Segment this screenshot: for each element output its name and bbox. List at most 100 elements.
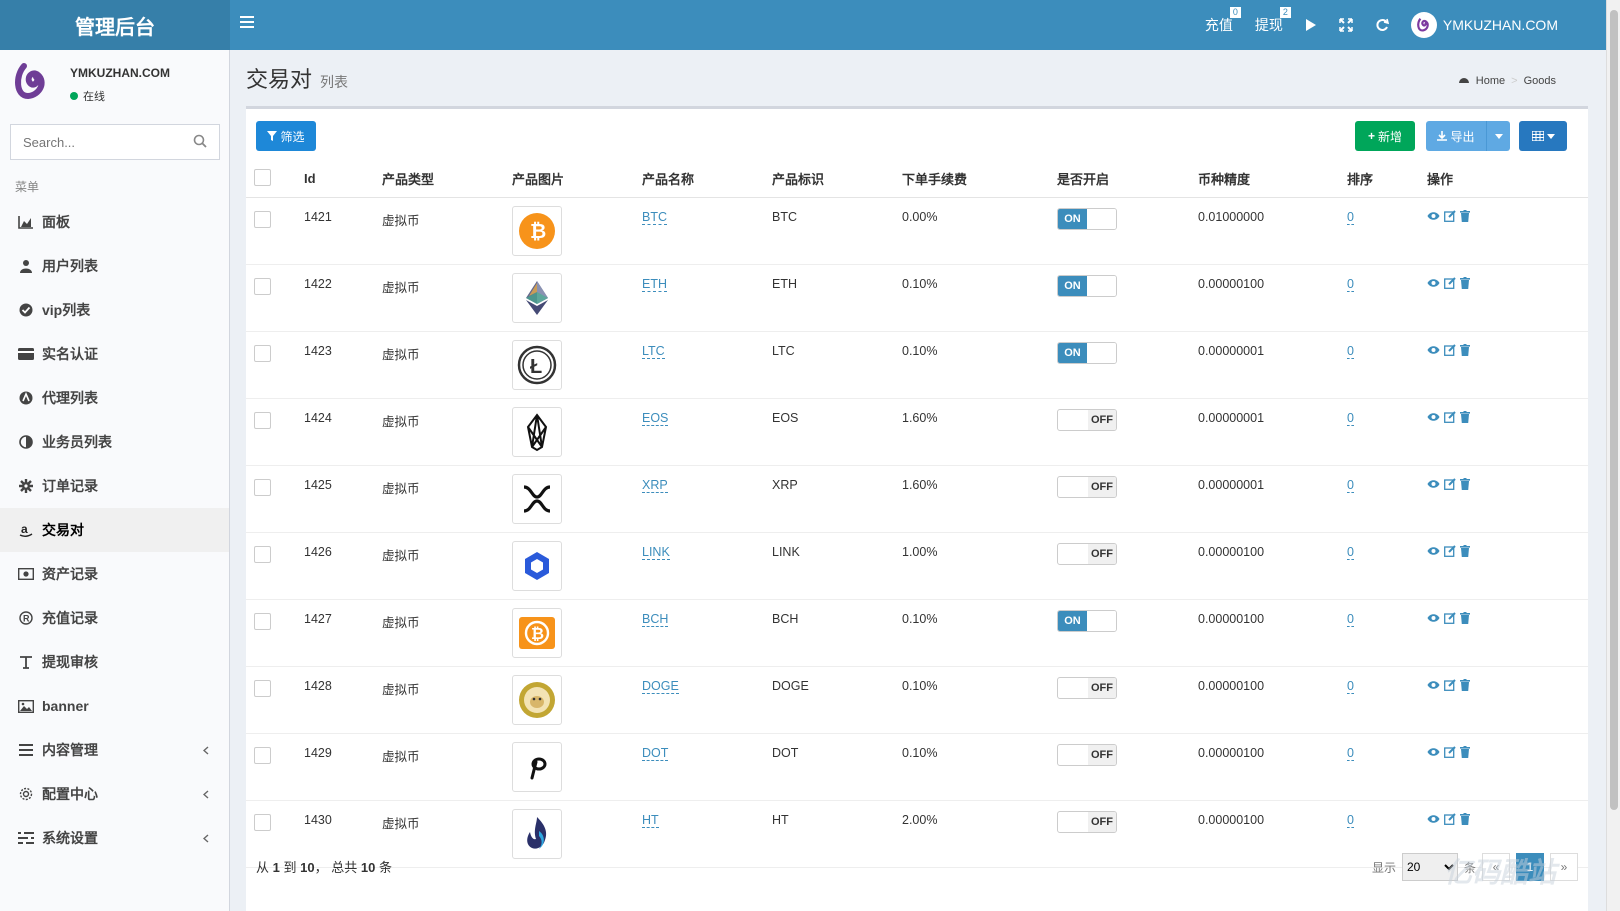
eye-icon[interactable] xyxy=(1427,545,1440,560)
recharge-link[interactable]: 充值 0 xyxy=(1205,7,1241,35)
trash-icon[interactable] xyxy=(1460,611,1470,627)
edit-icon[interactable] xyxy=(1444,544,1456,560)
sort-value-link[interactable]: 0 xyxy=(1347,410,1354,426)
edit-icon[interactable] xyxy=(1444,611,1456,627)
eye-icon[interactable] xyxy=(1427,746,1440,761)
sidebar-item-1[interactable]: 用户列表 xyxy=(0,244,229,288)
sidebar-item-14[interactable]: 系统设置 xyxy=(0,816,229,860)
enabled-switch[interactable]: OFF xyxy=(1057,810,1117,833)
row-checkbox[interactable] xyxy=(254,545,271,563)
xrp-coin-icon[interactable] xyxy=(512,473,562,524)
product-name-link[interactable]: DOT xyxy=(642,745,669,761)
row-checkbox[interactable] xyxy=(254,679,271,697)
row-checkbox[interactable] xyxy=(254,277,271,295)
sidebar-item-5[interactable]: 业务员列表 xyxy=(0,420,229,464)
enabled-switch[interactable]: ON xyxy=(1057,341,1117,364)
btc-coin-icon[interactable]: ₿ xyxy=(512,205,562,256)
eth-coin-icon[interactable] xyxy=(512,272,562,323)
trash-icon[interactable] xyxy=(1460,343,1470,359)
search-input[interactable] xyxy=(11,125,181,159)
sidebar-item-13[interactable]: 配置中心 xyxy=(0,772,229,816)
col-precision[interactable]: 币种精度 xyxy=(1198,161,1347,198)
dot-coin-icon[interactable] xyxy=(512,741,562,792)
eye-icon[interactable] xyxy=(1427,411,1440,426)
fullscreen-icon[interactable] xyxy=(1339,18,1353,32)
product-name-link[interactable]: LTC xyxy=(642,343,665,359)
play-icon[interactable] xyxy=(1305,18,1317,32)
row-checkbox[interactable] xyxy=(254,411,271,429)
edit-icon[interactable] xyxy=(1444,209,1456,225)
product-name-link[interactable]: XRP xyxy=(642,477,668,493)
col-enabled[interactable]: 是否开启 xyxy=(1057,161,1198,198)
eye-icon[interactable] xyxy=(1427,210,1440,225)
sidebar-item-6[interactable]: 订单记录 xyxy=(0,464,229,508)
trash-icon[interactable] xyxy=(1460,678,1470,694)
enabled-switch[interactable]: OFF xyxy=(1057,542,1117,565)
breadcrumb-home[interactable]: Home xyxy=(1476,75,1505,87)
enabled-switch[interactable]: OFF xyxy=(1057,475,1117,498)
page-scrollbar[interactable] xyxy=(1606,0,1620,911)
eye-icon[interactable] xyxy=(1427,612,1440,627)
eye-icon[interactable] xyxy=(1427,679,1440,694)
product-name-link[interactable]: HT xyxy=(642,812,659,828)
search-icon[interactable] xyxy=(193,134,207,151)
sort-value-link[interactable]: 0 xyxy=(1347,477,1354,493)
product-name-link[interactable]: ETH xyxy=(642,276,667,292)
product-name-link[interactable]: DOGE xyxy=(642,678,679,694)
filter-button[interactable]: 筛选 xyxy=(256,121,316,151)
enabled-switch[interactable]: OFF xyxy=(1057,676,1117,699)
export-button[interactable]: 导出 xyxy=(1426,121,1486,151)
sort-value-link[interactable]: 0 xyxy=(1347,209,1354,225)
trash-icon[interactable] xyxy=(1460,410,1470,426)
trash-icon[interactable] xyxy=(1460,276,1470,292)
col-type[interactable]: 产品类型 xyxy=(382,161,512,198)
col-fee[interactable]: 下单手续费 xyxy=(902,161,1057,198)
row-checkbox[interactable] xyxy=(254,210,271,228)
trash-icon[interactable] xyxy=(1460,812,1470,828)
edit-icon[interactable] xyxy=(1444,678,1456,694)
sort-value-link[interactable]: 0 xyxy=(1347,611,1354,627)
enabled-switch[interactable]: ON xyxy=(1057,207,1117,230)
sidebar-item-0[interactable]: 面板 xyxy=(0,200,229,244)
row-checkbox[interactable] xyxy=(254,746,271,764)
col-sort[interactable]: 排序 xyxy=(1347,161,1427,198)
user-menu[interactable]: YMKUZHAN.COM xyxy=(1410,12,1558,38)
edit-icon[interactable] xyxy=(1444,812,1456,828)
enabled-switch[interactable]: ON xyxy=(1057,274,1117,297)
eye-icon[interactable] xyxy=(1427,478,1440,493)
product-name-link[interactable]: BCH xyxy=(642,611,669,627)
sidebar-item-9[interactable]: R 充值记录 xyxy=(0,596,229,640)
trash-icon[interactable] xyxy=(1460,209,1470,225)
sidebar-item-4[interactable]: 代理列表 xyxy=(0,376,229,420)
row-checkbox[interactable] xyxy=(254,612,271,630)
sort-value-link[interactable]: 0 xyxy=(1347,343,1354,359)
eye-icon[interactable] xyxy=(1427,277,1440,292)
col-name[interactable]: 产品名称 xyxy=(642,161,772,198)
row-checkbox[interactable] xyxy=(254,478,271,496)
columns-toggle-button[interactable] xyxy=(1519,121,1567,151)
withdraw-link[interactable]: 提现 2 xyxy=(1255,7,1291,35)
scrollbar-thumb[interactable] xyxy=(1610,10,1618,810)
export-dropdown-button[interactable] xyxy=(1486,121,1510,151)
sort-value-link[interactable]: 0 xyxy=(1347,812,1354,828)
sort-value-link[interactable]: 0 xyxy=(1347,745,1354,761)
sidebar-toggle-icon[interactable] xyxy=(240,13,256,34)
sort-value-link[interactable]: 0 xyxy=(1347,544,1354,560)
row-checkbox[interactable] xyxy=(254,813,271,831)
enabled-switch[interactable]: OFF xyxy=(1057,408,1117,431)
enabled-switch[interactable]: ON xyxy=(1057,609,1117,632)
eye-icon[interactable] xyxy=(1427,813,1440,828)
app-logo[interactable]: 管理后台 xyxy=(0,0,230,50)
sidebar-item-8[interactable]: 资产记录 xyxy=(0,552,229,596)
sort-value-link[interactable]: 0 xyxy=(1347,276,1354,292)
enabled-switch[interactable]: OFF xyxy=(1057,743,1117,766)
eye-icon[interactable] xyxy=(1427,344,1440,359)
ht-coin-icon[interactable] xyxy=(512,808,562,859)
sidebar-item-12[interactable]: 内容管理 xyxy=(0,728,229,772)
row-checkbox[interactable] xyxy=(254,344,271,362)
sidebar-item-11[interactable]: banner xyxy=(0,684,229,728)
trash-icon[interactable] xyxy=(1460,745,1470,761)
product-name-link[interactable]: BTC xyxy=(642,209,667,225)
sort-value-link[interactable]: 0 xyxy=(1347,678,1354,694)
refresh-icon[interactable] xyxy=(1375,18,1389,32)
